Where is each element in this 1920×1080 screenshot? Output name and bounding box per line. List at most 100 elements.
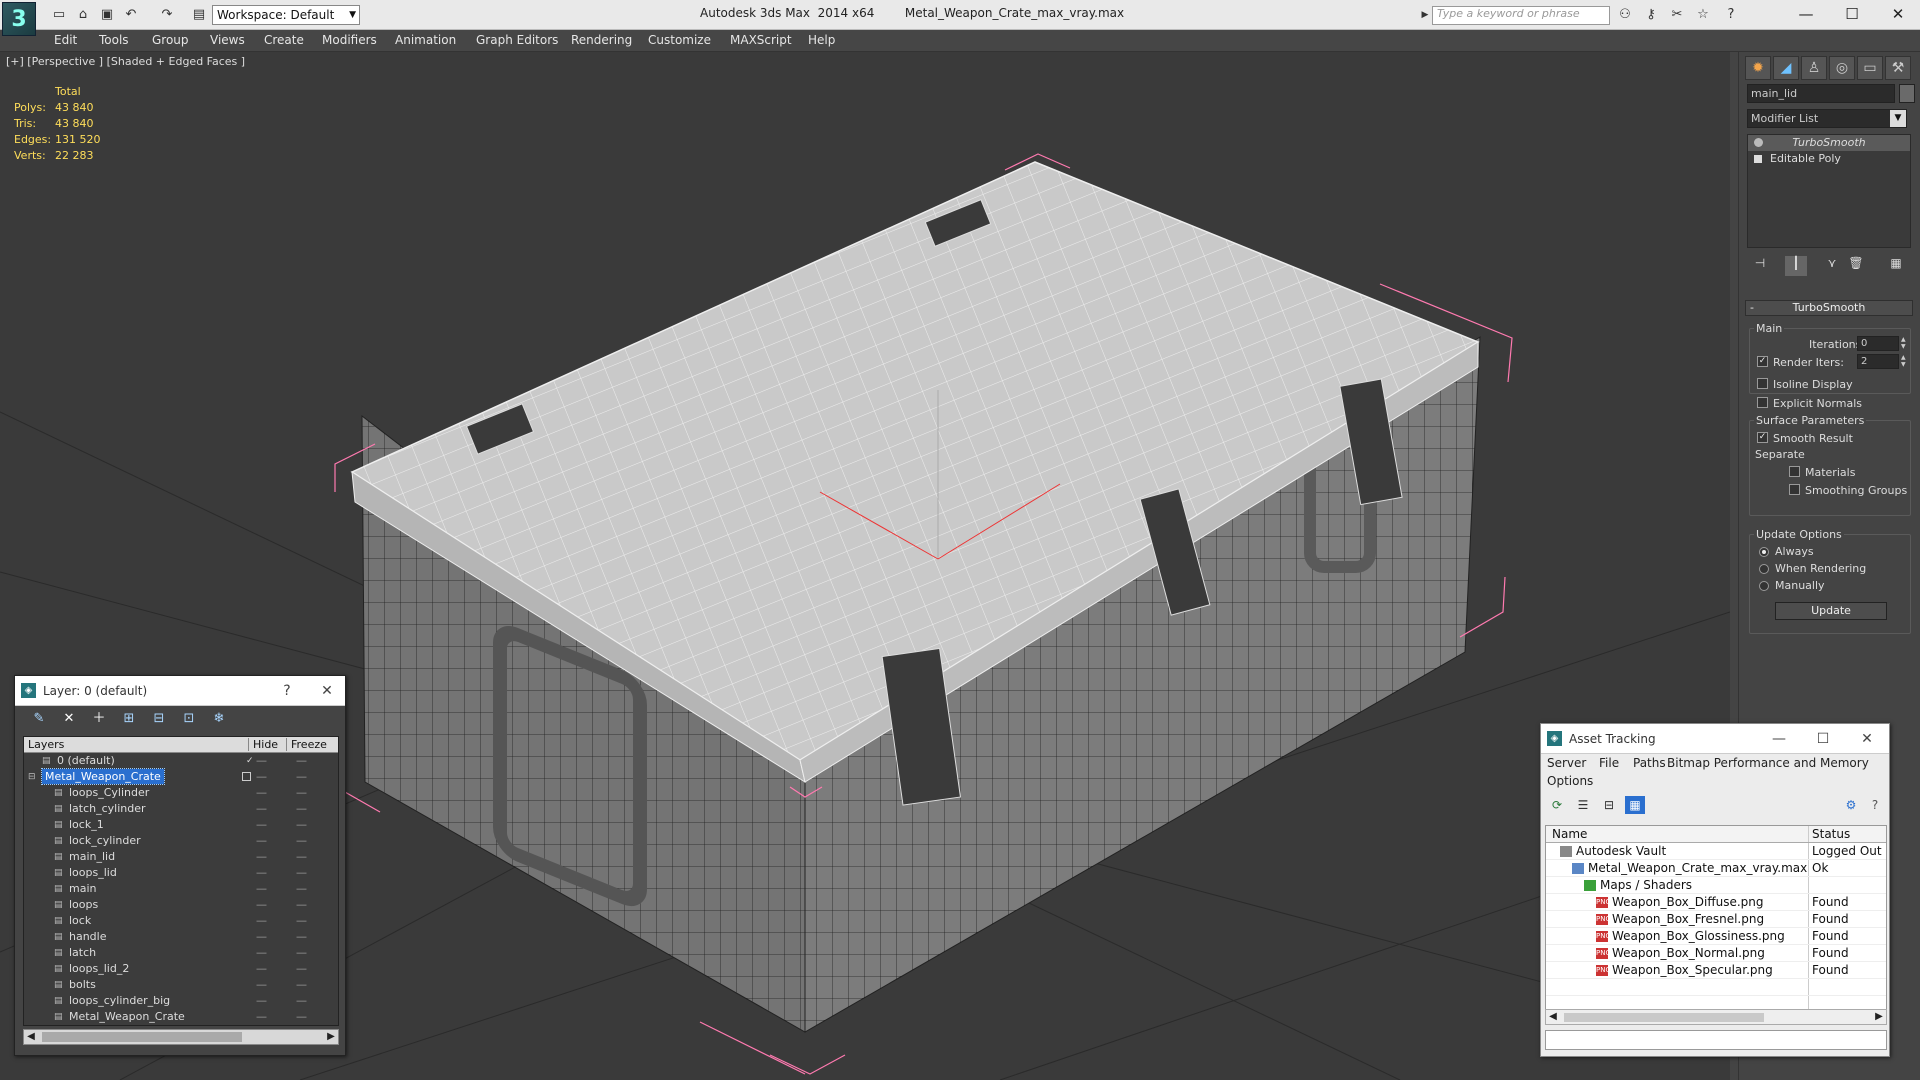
freeze-toggle[interactable]: —	[296, 881, 307, 897]
always-radio[interactable]	[1759, 547, 1769, 557]
display-tab-icon[interactable]: ▭	[1857, 56, 1883, 80]
hide-toggle[interactable]: —	[256, 801, 267, 817]
hide-toggle[interactable]: —	[256, 897, 267, 913]
save-file-icon[interactable]: ▣	[98, 6, 116, 24]
close-button[interactable]: ✕	[1878, 2, 1918, 26]
remove-modifier-icon[interactable]: 🗑	[1845, 256, 1867, 276]
maximize-button[interactable]: ☐	[1832, 2, 1872, 26]
freeze-toggle[interactable]: —	[296, 977, 307, 993]
freeze-toggle[interactable]: —	[296, 817, 307, 833]
render-iters-spinner[interactable]: 2	[1857, 354, 1899, 369]
open-file-icon[interactable]: ⌂	[74, 6, 92, 24]
materials-checkbox[interactable]	[1789, 466, 1800, 477]
layer-row[interactable]: ▤ lock — —	[24, 913, 338, 929]
asset-row[interactable]: PNG Weapon_Box_Diffuse.png Found	[1546, 894, 1886, 911]
list-view-icon[interactable]: ☰	[1573, 796, 1593, 814]
hide-toggle[interactable]: —	[256, 817, 267, 833]
hide-toggle[interactable]: —	[256, 769, 267, 785]
layer-row[interactable]: ▤ loops_Cylinder — —	[24, 785, 338, 801]
column-header-layers[interactable]: Layers	[28, 738, 64, 751]
turbosmooth-rollout-header[interactable]: - TurboSmooth	[1745, 300, 1913, 316]
highlight-layer-icon[interactable]: ⊟	[149, 710, 169, 728]
menu-server[interactable]: Server	[1547, 756, 1586, 770]
table-view-icon[interactable]: ▦	[1625, 796, 1645, 814]
help-icon[interactable]: ?	[1865, 796, 1885, 814]
tree-view-icon[interactable]: ⊟	[1599, 796, 1619, 814]
freeze-toggle[interactable]: —	[296, 769, 307, 785]
lightbulb-icon[interactable]	[1754, 138, 1763, 147]
help-icon[interactable]: ?	[1722, 6, 1740, 24]
viewport-label[interactable]: [+] [Perspective ] [Shaded + Edged Faces…	[6, 55, 245, 68]
pin-stack-icon[interactable]: ⊣	[1749, 256, 1771, 276]
create-tab-icon[interactable]: ✹	[1745, 56, 1771, 80]
menu-graph-editors[interactable]: Graph Editors	[476, 33, 558, 47]
freeze-toggle[interactable]: —	[296, 945, 307, 961]
expand-toggle-icon[interactable]	[1754, 155, 1762, 163]
maximize-button[interactable]: ☐	[1813, 729, 1833, 749]
scroll-left-icon[interactable]: ◀	[1546, 1010, 1560, 1024]
utilities-tab-icon[interactable]: ⚒	[1885, 56, 1911, 80]
vault-help-icon[interactable]: ⚙	[1841, 796, 1861, 814]
hide-toggle[interactable]: —	[256, 961, 267, 977]
hide-toggle[interactable]: —	[256, 993, 267, 1009]
binoculars-icon[interactable]: ⚇	[1616, 6, 1634, 24]
layer-row[interactable]: ▤ lock_cylinder — —	[24, 833, 338, 849]
hide-toggle[interactable]: —	[256, 929, 267, 945]
layer-row[interactable]: ▤ loops_cylinder_big — —	[24, 993, 338, 1009]
column-header-hide[interactable]: Hide	[248, 738, 278, 751]
menu-edit[interactable]: Edit	[54, 33, 77, 47]
menu-modifiers[interactable]: Modifiers	[322, 33, 377, 47]
object-name-field[interactable]: main_lid	[1747, 84, 1895, 103]
update-button[interactable]: Update	[1775, 602, 1887, 620]
close-button[interactable]: ✕	[1857, 729, 1877, 749]
asset-row[interactable]: PNG Weapon_Box_Specular.png Found	[1546, 962, 1886, 979]
spinner-arrows-icon[interactable]: ▲ ▼	[1901, 336, 1909, 351]
app-logo-icon[interactable]: 3	[2, 2, 36, 36]
layer-row[interactable]: ▤ lock_1 — —	[24, 817, 338, 833]
explicit-normals-checkbox[interactable]	[1757, 397, 1768, 408]
tools-icon[interactable]: ✂	[1668, 6, 1686, 24]
menu-options[interactable]: Options	[1547, 774, 1593, 788]
asset-row[interactable]: PNG Weapon_Box_Glossiness.png Found	[1546, 928, 1886, 945]
menu-rendering[interactable]: Rendering	[571, 33, 632, 47]
hide-all-icon[interactable]: ⊡	[179, 710, 199, 728]
column-header-status[interactable]: Status	[1812, 827, 1850, 841]
asset-row[interactable]: Metal_Weapon_Crate_max_vray.max Ok	[1546, 860, 1886, 877]
delete-layer-icon[interactable]: ✕	[59, 710, 79, 728]
layer-row[interactable]: ▤ main_lid — —	[24, 849, 338, 865]
layer-row[interactable]: ▤ Metal_Weapon_Crate — —	[24, 1009, 338, 1025]
layer-panel-titlebar[interactable]: ◈ Layer: 0 (default) ? ✕	[15, 676, 345, 706]
undo-icon[interactable]: ↶	[122, 6, 140, 24]
menu-views[interactable]: Views	[210, 33, 245, 47]
layer-row[interactable]: ▤ latch_cylinder — —	[24, 801, 338, 817]
freeze-toggle[interactable]: —	[296, 897, 307, 913]
menu-paths[interactable]: Paths	[1633, 756, 1666, 770]
create-layer-icon[interactable]: ✎	[29, 710, 49, 728]
freeze-toggle[interactable]: —	[296, 993, 307, 1009]
new-file-icon[interactable]: ▭	[50, 6, 68, 24]
hide-toggle[interactable]: —	[256, 849, 267, 865]
hide-toggle[interactable]: —	[256, 785, 267, 801]
favorites-star-icon[interactable]: ☆	[1694, 6, 1712, 24]
menu-file[interactable]: File	[1599, 756, 1619, 770]
menu-group[interactable]: Group	[152, 33, 189, 47]
project-folder-icon[interactable]: ▤	[190, 6, 208, 24]
freeze-toggle[interactable]: —	[296, 801, 307, 817]
layer-row[interactable]: ▤ bolts — —	[24, 977, 338, 993]
hide-toggle[interactable]: —	[256, 1009, 267, 1025]
freeze-toggle[interactable]: —	[296, 913, 307, 929]
freeze-toggle[interactable]: —	[296, 929, 307, 945]
asset-row[interactable]: Autodesk Vault Logged Out ...	[1546, 843, 1886, 860]
layer-row[interactable]: ▤ main — —	[24, 881, 338, 897]
freeze-toggle[interactable]: —	[296, 833, 307, 849]
asset-row[interactable]: PNG Weapon_Box_Fresnel.png Found	[1546, 911, 1886, 928]
layer-row[interactable]: ▤ latch — —	[24, 945, 338, 961]
menu-bitmap-performance[interactable]: Bitmap Performance and Memory	[1667, 756, 1869, 770]
isoline-display-checkbox[interactable]	[1757, 378, 1768, 389]
scroll-left-icon[interactable]: ◀	[24, 1030, 38, 1044]
layer-row[interactable]: ▤ handle — —	[24, 929, 338, 945]
hide-toggle[interactable]: —	[256, 833, 267, 849]
active-layer-check-icon[interactable]: ✓	[246, 756, 256, 766]
minimize-button[interactable]: —	[1786, 2, 1826, 26]
freeze-toggle[interactable]: —	[296, 961, 307, 977]
